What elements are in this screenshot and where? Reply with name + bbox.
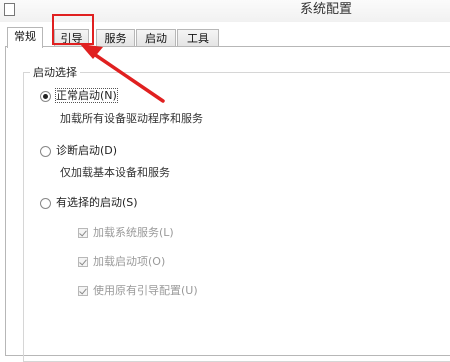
normal-startup-radio[interactable] [40, 90, 51, 102]
window-title: 系统配置 [300, 2, 353, 17]
load-system-services-option: 加载系统服务(L) [78, 226, 174, 240]
diagnostic-startup-radio[interactable] [40, 145, 51, 157]
selective-startup-radio[interactable] [40, 197, 51, 209]
tab-tools[interactable]: 工具 [177, 29, 219, 46]
use-original-boot-config-checkbox [78, 286, 88, 296]
use-original-boot-config-label: 使用原有引导配置(U) [93, 284, 198, 297]
use-original-boot-config-option: 使用原有引导配置(U) [78, 284, 198, 298]
diagnostic-startup-description: 仅加载基本设备和服务 [60, 166, 170, 179]
startup-selection-legend: 启动选择 [30, 64, 80, 80]
diagnostic-startup-label[interactable]: 诊断启动(D) [56, 144, 117, 157]
load-startup-items-checkbox [78, 257, 88, 267]
selective-startup-label[interactable]: 有选择的启动(S) [56, 196, 138, 209]
normal-startup-option[interactable]: 正常启动(N) [40, 88, 118, 104]
tab-startup[interactable]: 启动 [136, 29, 176, 46]
selective-startup-option[interactable]: 有选择的启动(S) [40, 195, 138, 211]
diagnostic-startup-option[interactable]: 诊断启动(D) [40, 143, 117, 159]
load-startup-items-label: 加载启动项(O) [93, 255, 166, 268]
load-startup-items-option: 加载启动项(O) [78, 255, 165, 269]
normal-startup-description: 加载所有设备驱动程序和服务 [60, 112, 203, 125]
load-system-services-label: 加载系统服务(L) [93, 226, 174, 239]
load-system-services-checkbox [78, 228, 88, 238]
tab-general[interactable]: 常规 [7, 27, 43, 48]
annotation-highlight-box [52, 14, 94, 45]
tab-services[interactable]: 服务 [96, 29, 135, 46]
normal-startup-label[interactable]: 正常启动(N) [55, 88, 118, 103]
window-icon[interactable] [4, 3, 15, 16]
